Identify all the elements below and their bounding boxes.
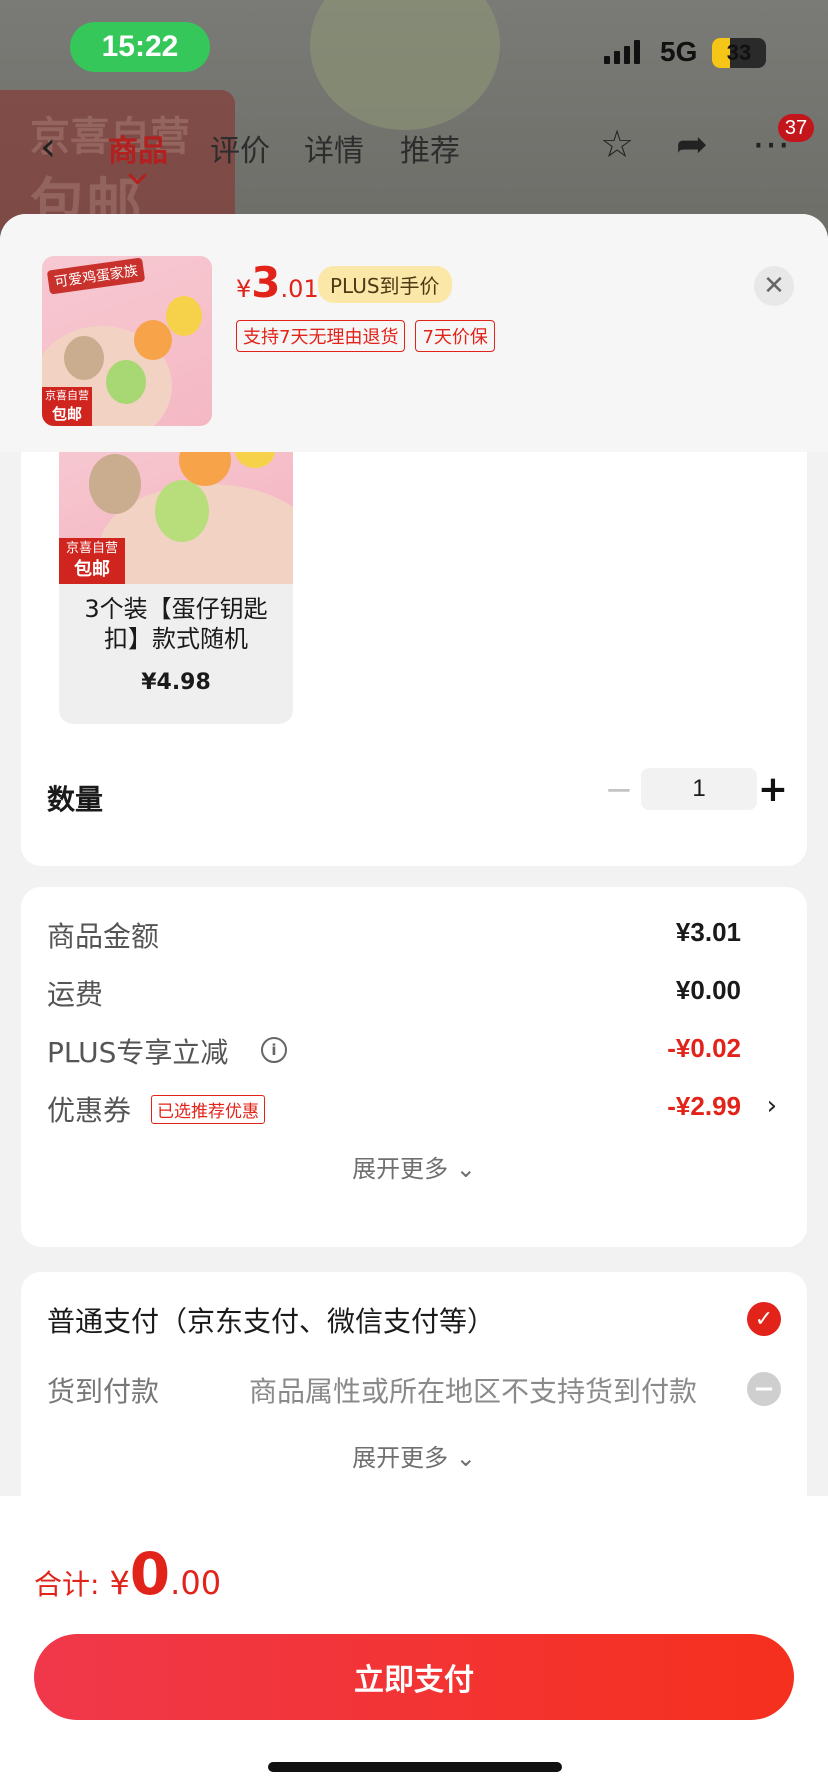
spec-option-price: ¥4.98: [141, 670, 211, 695]
spec-option[interactable]: 京喜自营 包邮 3个装【蛋仔钥匙扣】款式随机 ¥4.98: [59, 434, 293, 724]
info-icon[interactable]: i: [261, 1037, 287, 1063]
tab-recommend[interactable]: 推荐: [400, 126, 460, 170]
cost-label: 优惠券: [47, 1094, 132, 1127]
order-total: 合计: ¥ 0 .00: [34, 1540, 221, 1608]
chevron-down-icon: ⌄: [455, 1444, 476, 1472]
quantity-input[interactable]: 1: [641, 768, 757, 810]
price-decimal: .01: [280, 275, 319, 303]
cost-value: ¥3.01: [675, 917, 741, 947]
plus-price-tag: PLUS到手价: [318, 266, 452, 303]
message-count-badge: 37: [778, 114, 814, 142]
spec-option-image: 京喜自营 包邮: [59, 434, 293, 584]
close-icon[interactable]: ✕: [754, 266, 794, 306]
payment-cod-note: 商品属性或所在地区不支持货到付款: [249, 1375, 698, 1408]
purchase-sheet: 京喜自营 包邮 3个装【蛋仔钥匙扣】款式随机 ¥4.98 数量 − 1 + 商品金…: [0, 214, 828, 1792]
chevron-right-icon[interactable]: ›: [767, 1091, 777, 1121]
expand-label: 展开更多: [352, 1444, 449, 1472]
quantity-label: 数量: [47, 783, 104, 816]
home-indicator[interactable]: [268, 1762, 562, 1772]
cost-label: PLUS专享立减: [47, 1036, 229, 1069]
battery-icon: 33: [712, 38, 766, 68]
price-integer: 3: [251, 258, 281, 307]
cost-card: 商品金额 ¥3.01 运费 ¥0.00 PLUS专享立减 i -¥0.02 优惠…: [21, 887, 807, 1247]
sheet-price: ¥ 3 .01: [236, 258, 319, 307]
pay-now-button[interactable]: 立即支付: [34, 1634, 794, 1720]
thumbnail-banner: 可爱鸡蛋家族: [46, 257, 146, 295]
back-icon[interactable]: ‹: [40, 124, 56, 170]
signal-icon: [604, 40, 640, 64]
price-currency: ¥: [236, 275, 252, 303]
service-tags: 支持7天无理由退货 7天价保: [236, 320, 495, 352]
cost-row-plus-discount: PLUS专享立减 i -¥0.02: [21, 1031, 807, 1071]
cost-value: ¥0.00: [675, 975, 741, 1005]
total-label: 合计:: [34, 1568, 100, 1601]
network-type: 5G: [660, 36, 698, 67]
quantity-decrease-button[interactable]: −: [601, 770, 637, 810]
spec-option-name: 3个装【蛋仔钥匙扣】款式随机: [84, 595, 268, 653]
tab-details[interactable]: 详情: [304, 126, 364, 170]
self-operated-badge: 京喜自营 包邮: [59, 538, 125, 584]
share-icon[interactable]: ➦: [676, 122, 708, 166]
cost-value: -¥2.99: [667, 1091, 741, 1121]
spec-card: 京喜自营 包邮 3个装【蛋仔钥匙扣】款式随机 ¥4.98 数量 − 1 +: [21, 394, 807, 866]
cost-value: -¥0.02: [667, 1033, 741, 1063]
cost-label: 商品金额: [47, 920, 160, 953]
chevron-down-icon: ⌄: [455, 1155, 476, 1183]
status-bar: 15:22 5G 33: [0, 0, 828, 100]
expand-payments-button[interactable]: 展开更多 ⌄: [21, 1438, 807, 1473]
payment-card: 普通支付（京东支付、微信支付等） ✓ 货到付款 商品属性或所在地区不支持货到付款…: [21, 1272, 807, 1532]
payment-option-cod: 货到付款: [47, 1375, 160, 1408]
coupon-selected-tag: 已选推荐优惠: [151, 1095, 265, 1124]
cost-row-goods: 商品金额 ¥3.01: [21, 915, 807, 955]
checkout-footer: 合计: ¥ 0 .00 立即支付: [0, 1496, 828, 1792]
cost-row-shipping: 运费 ¥0.00: [21, 973, 807, 1013]
tab-reviews[interactable]: 评价: [210, 126, 270, 170]
quantity-increase-button[interactable]: +: [755, 769, 791, 810]
service-tag: 7天价保: [415, 320, 495, 352]
total-decimal: .00: [170, 1564, 222, 1602]
expand-label: 展开更多: [352, 1155, 449, 1183]
product-thumbnail: 可爱鸡蛋家族 京喜自营 包邮: [42, 256, 212, 426]
disabled-icon: −: [747, 1372, 781, 1406]
expand-costs-button[interactable]: 展开更多 ⌄: [21, 1149, 807, 1184]
total-integer: 0: [129, 1540, 171, 1608]
product-nav-bar: ‹ 商品 评价 详情 推荐 ☆ ➦ ⋯: [0, 110, 828, 180]
total-currency: ¥: [109, 1564, 130, 1602]
tab-product[interactable]: 商品: [108, 126, 168, 170]
sheet-header: 可爱鸡蛋家族 京喜自营 包邮 ¥ 3 .01 PLUS到手价 支持7天无理由退货 …: [0, 214, 828, 452]
payment-option-normal[interactable]: 普通支付（京东支付、微信支付等）: [47, 1300, 495, 1340]
battery-percent: 33: [726, 40, 752, 65]
status-time: 15:22: [70, 22, 210, 72]
cost-row-coupon[interactable]: 优惠券 已选推荐优惠 -¥2.99 ›: [21, 1089, 807, 1129]
star-icon[interactable]: ☆: [600, 122, 634, 166]
cost-label: 运费: [47, 978, 104, 1011]
self-operated-badge: 京喜自营 包邮: [42, 386, 92, 426]
check-icon[interactable]: ✓: [747, 1302, 781, 1336]
service-tag: 支持7天无理由退货: [236, 320, 406, 352]
